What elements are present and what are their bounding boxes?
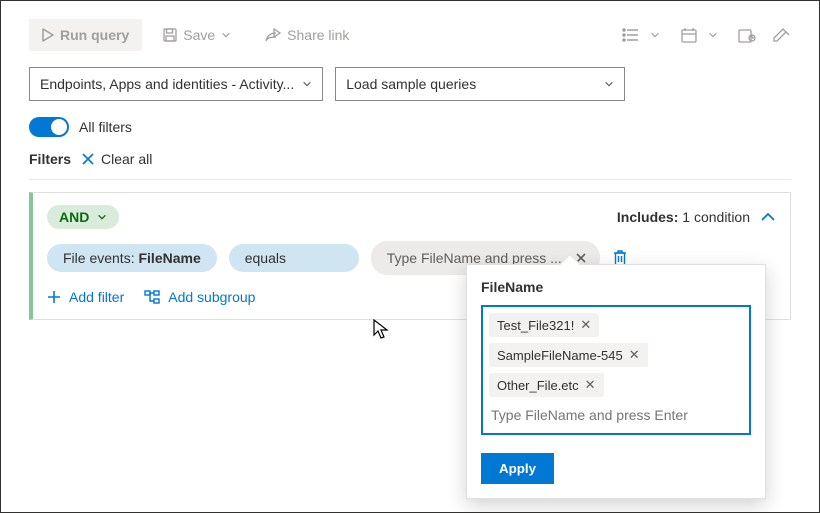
save-button[interactable]: Save <box>150 19 244 51</box>
chevron-down-icon[interactable] <box>645 25 665 45</box>
remove-token-icon[interactable]: ✕ <box>580 317 591 333</box>
plus-icon <box>47 290 61 304</box>
scope-select-value: Endpoints, Apps and identities - Activit… <box>40 76 294 92</box>
token-chip[interactable]: Test_File321! ✕ <box>489 313 599 337</box>
token-chip-label: Other_File.etc <box>497 378 579 393</box>
chevron-down-icon[interactable] <box>703 25 723 45</box>
edit-icon[interactable] <box>771 25 791 45</box>
remove-token-icon[interactable]: ✕ <box>629 347 640 363</box>
all-filters-label: All filters <box>79 119 132 135</box>
filter-field-prefix: File events: <box>63 250 138 266</box>
list-view-icon[interactable] <box>621 25 641 45</box>
remove-token-icon[interactable]: ✕ <box>585 377 596 393</box>
includes-count: 1 condition <box>682 209 750 225</box>
token-input-box[interactable]: Test_File321! ✕ SampleFileName-545 ✕ Oth… <box>481 305 751 435</box>
chevron-down-icon <box>604 79 614 89</box>
logic-operator-label: AND <box>59 209 89 225</box>
filename-value-popover: FileName Test_File321! ✕ SampleFileName-… <box>466 264 766 499</box>
save-label: Save <box>183 27 215 43</box>
subgroup-icon <box>144 290 160 304</box>
includes-prefix: Includes: <box>617 209 678 225</box>
run-query-label: Run query <box>60 27 129 43</box>
chevron-down-icon <box>302 79 312 89</box>
all-filters-toggle[interactable] <box>29 117 69 137</box>
collapse-icon[interactable] <box>760 211 776 223</box>
token-chip[interactable]: SampleFileName-545 ✕ <box>489 343 648 367</box>
popover-title: FileName <box>481 279 751 295</box>
share-label: Share link <box>287 27 349 43</box>
share-icon <box>265 28 281 42</box>
filters-label: Filters <box>29 151 71 167</box>
detection-rule-icon[interactable] <box>737 25 757 45</box>
filter-field-pill[interactable]: File events: FileName <box>47 244 217 272</box>
add-subgroup-label: Add subgroup <box>168 289 255 305</box>
cursor-icon <box>373 319 391 341</box>
add-subgroup-button[interactable]: Add subgroup <box>144 289 255 305</box>
clear-all-button[interactable]: Clear all <box>81 151 152 167</box>
add-filter-label: Add filter <box>69 289 124 305</box>
scope-select[interactable]: Endpoints, Apps and identities - Activit… <box>29 67 323 101</box>
filter-operator-pill[interactable]: equals <box>229 244 359 272</box>
chevron-down-icon <box>221 30 231 40</box>
logic-operator-pill[interactable]: AND <box>47 205 119 229</box>
run-query-button[interactable]: Run query <box>29 19 142 51</box>
share-button[interactable]: Share link <box>252 19 362 51</box>
clear-all-label: Clear all <box>101 151 152 167</box>
close-icon <box>81 152 95 166</box>
token-chip-label: SampleFileName-545 <box>497 348 623 363</box>
apply-button[interactable]: Apply <box>481 453 554 484</box>
token-chip[interactable]: Other_File.etc ✕ <box>489 373 604 397</box>
add-filter-button[interactable]: Add filter <box>47 289 124 305</box>
divider <box>29 179 791 180</box>
chevron-down-icon <box>97 212 107 222</box>
filter-field-name: FileName <box>138 250 200 266</box>
calendar-icon[interactable] <box>679 25 699 45</box>
filter-operator-label: equals <box>245 250 286 266</box>
token-chip-label: Test_File321! <box>497 318 574 333</box>
apply-button-label: Apply <box>499 461 536 476</box>
save-icon <box>163 28 177 42</box>
samples-select-value: Load sample queries <box>346 76 476 92</box>
samples-select[interactable]: Load sample queries <box>335 67 625 101</box>
token-input[interactable] <box>489 403 743 427</box>
play-icon <box>42 28 54 42</box>
